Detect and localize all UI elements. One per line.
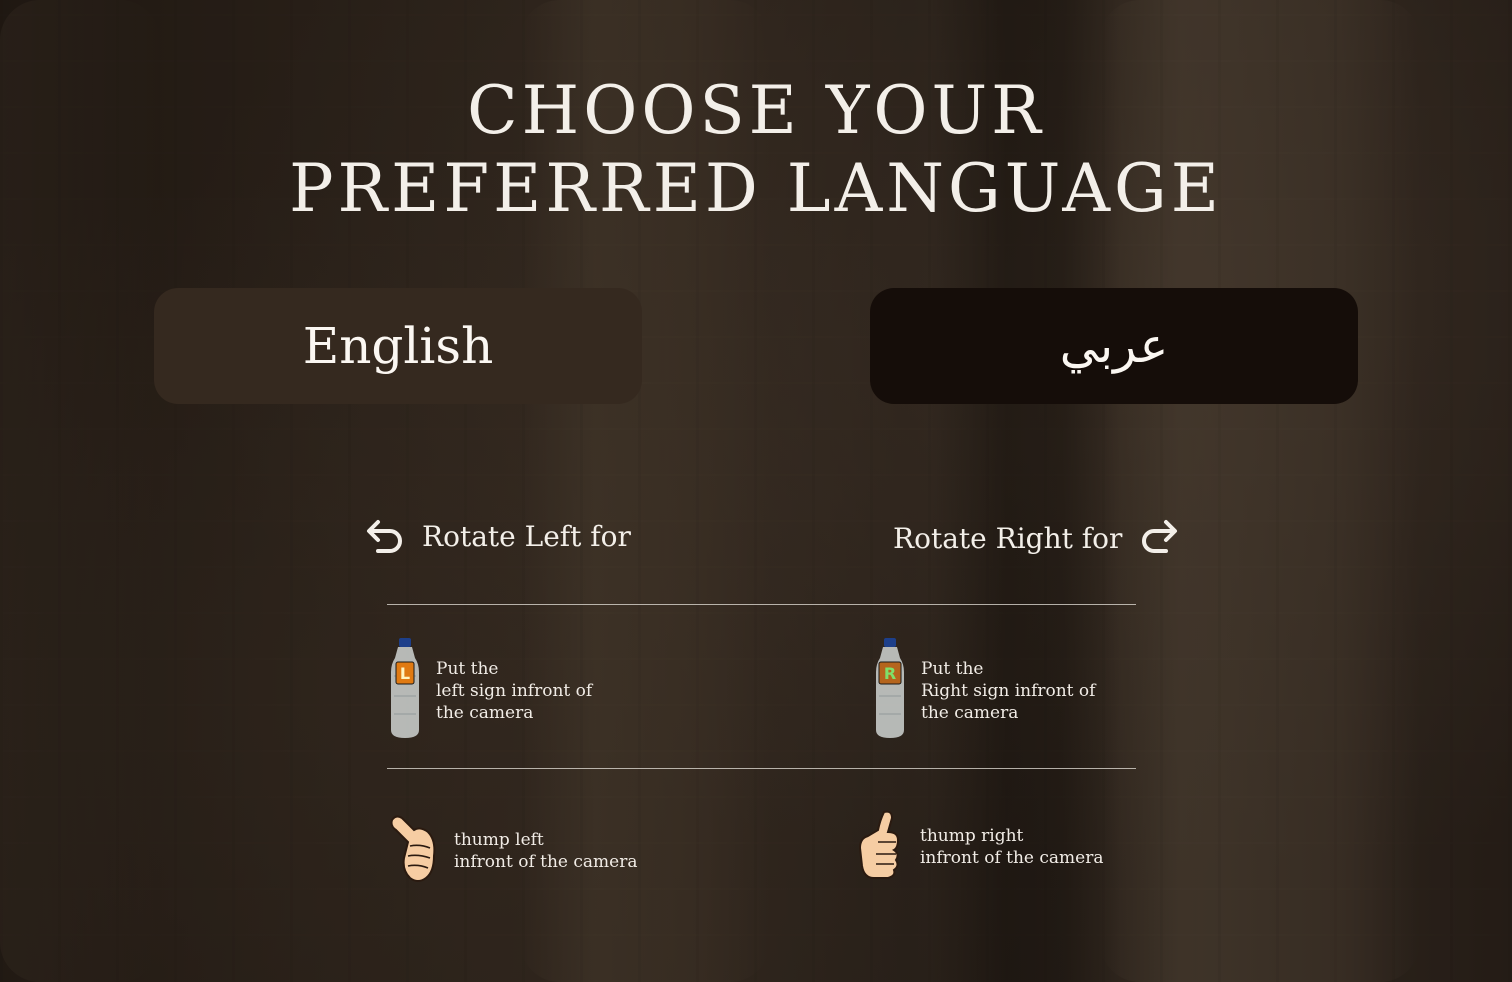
thumb-left-text: thump left infront of the camera — [454, 830, 638, 872]
rotate-right-hint: Rotate Right for — [893, 518, 1180, 558]
arabic-button[interactable]: عربي — [870, 288, 1358, 404]
rotate-left-hint: Rotate Left for — [364, 516, 631, 556]
thumb-up-icon — [856, 808, 902, 886]
title-line-2: PREFERRED LANGUAGE — [289, 150, 1223, 227]
thumb-right-instruction: thump right infront of the camera — [856, 808, 1104, 886]
water-bottle-icon: R — [873, 636, 907, 746]
left-sign-instruction: L Put the left sign infront of the camer… — [388, 636, 592, 746]
thumb-right-text: thump right infront of the camera — [920, 826, 1104, 868]
left-sign-badge: L — [400, 664, 410, 683]
right-sign-text: Put the Right sign infront of the camera — [921, 659, 1096, 723]
english-button[interactable]: English — [154, 288, 642, 404]
divider-bottom — [387, 768, 1136, 769]
right-sign-instruction: R Put the Right sign infront of the came… — [873, 636, 1095, 746]
right-sign-badge: R — [884, 664, 896, 683]
thumb-left-icon — [388, 812, 440, 890]
thumb-left-instruction: thump left infront of the camera — [388, 812, 638, 890]
rotate-left-label: Rotate Left for — [422, 519, 631, 553]
rotate-left-arrow-icon — [364, 516, 406, 556]
title-line-1: CHOOSE YOUR — [467, 72, 1045, 149]
page-title: CHOOSE YOUR PREFERRED LANGUAGE — [0, 72, 1512, 228]
rotate-right-arrow-icon — [1138, 518, 1180, 558]
water-bottle-icon: L — [388, 636, 422, 746]
left-sign-text: Put the left sign infront of the camera — [436, 659, 593, 723]
rotate-right-label: Rotate Right for — [893, 521, 1123, 555]
divider-top — [387, 604, 1136, 605]
